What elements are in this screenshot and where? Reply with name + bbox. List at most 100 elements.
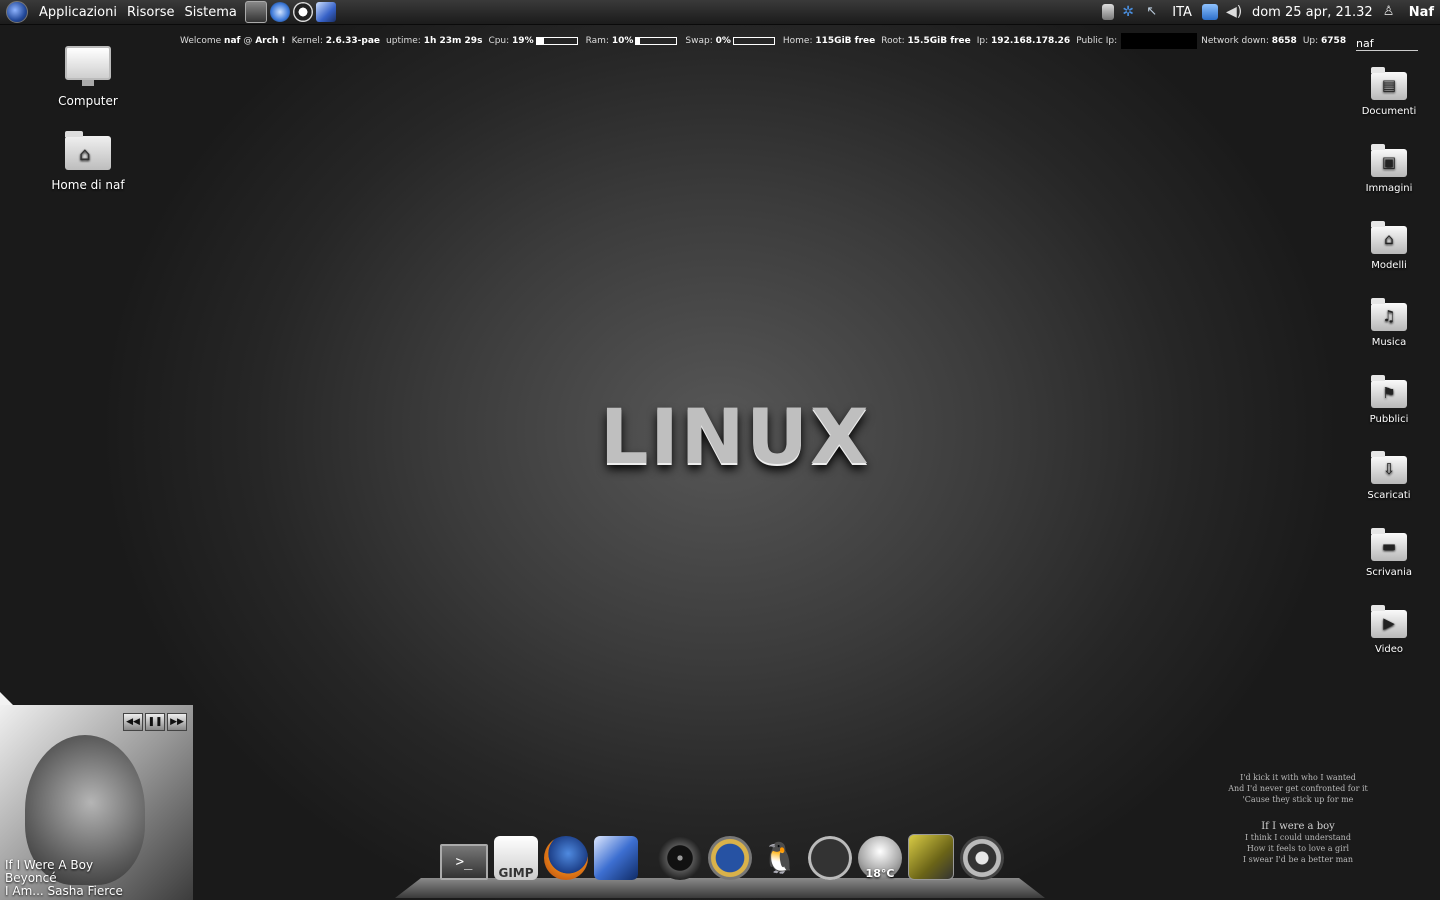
gimp-icon[interactable]: GIMP — [494, 836, 538, 880]
conky-up-label: Up: — [1302, 36, 1319, 46]
conky-cpu-label: Cpu: — [488, 36, 510, 46]
previous-track-button[interactable]: ◀◀ — [123, 713, 143, 731]
lyrics-line: How it feels to love a girl — [1246, 844, 1350, 853]
music-player-widget: ◀◀ ❚❚ ▶▶ If I Were A Boy Beyoncé I Am...… — [0, 705, 193, 900]
desktop-folder-pubblici[interactable]: ⚑ Pubblici — [1346, 375, 1432, 425]
desktop-folder-musica[interactable]: ♫ Musica — [1346, 298, 1432, 348]
desktop-icon-home[interactable]: ⌂ Home di naf — [44, 131, 132, 192]
system-tray: ✲ ↖ ITA ◀) dom 25 apr, 21.32 ♙ Naf — [1098, 0, 1440, 24]
folder-label: Scaricati — [1367, 490, 1411, 501]
conky-uptime-label: uptime: — [386, 36, 421, 46]
volume-icon[interactable]: ◀) — [1226, 4, 1242, 20]
terminal-icon[interactable]: >_ — [440, 844, 488, 880]
conky-root: 15.5GiB free — [907, 36, 971, 46]
conky-user: naf — [224, 36, 241, 46]
pause-button[interactable]: ❚❚ — [145, 713, 165, 731]
desktop-folder-scaricati[interactable]: ⇩ Scaricati — [1346, 451, 1432, 501]
desktop-folder-icon: ▬ — [1371, 528, 1407, 561]
lyrics-line: I swear I'd be a better man — [1242, 855, 1354, 864]
track-info: If I Were A Boy Beyoncé I Am... Sasha Fi… — [5, 859, 123, 898]
web-browser-launcher-icon[interactable] — [269, 2, 290, 22]
desktop-folder-immagini[interactable]: ▣ Immagini — [1346, 144, 1432, 194]
dock-shelf — [395, 878, 1045, 898]
music-folder-icon: ♫ — [1371, 298, 1407, 331]
desktop-icon-label: Home di naf — [51, 178, 125, 192]
conky-root-label: Root: — [881, 36, 905, 46]
desktop-icon-label: Computer — [58, 94, 118, 108]
lyrics-line: And I'd never get confronted for it — [1228, 784, 1368, 793]
conky-ip-label: Ip: — [976, 36, 989, 46]
conky-home-label: Home: — [782, 36, 813, 46]
conky-up: 6758 — [1321, 36, 1347, 46]
wallpaper-linux-logo: LINUX — [600, 392, 871, 481]
downloads-folder-icon: ⇩ — [1371, 451, 1407, 484]
desktop-folder-modelli[interactable]: ⌂ Modelli — [1346, 221, 1432, 271]
folder-label: Immagini — [1365, 183, 1413, 194]
home-folder-icon: ⌂ — [65, 131, 111, 170]
folder-label: Modelli — [1371, 260, 1407, 271]
lyrics-line: 'Cause they stick up for me — [1242, 795, 1354, 804]
right-column-header: naf — [1356, 37, 1418, 51]
documents-folder-icon: ▤ — [1371, 67, 1407, 100]
videos-folder-icon: ▶ — [1371, 605, 1407, 638]
thunderbird-launcher-icon[interactable] — [315, 2, 336, 22]
conky-net-down-label: Network down: — [1201, 36, 1269, 46]
user-name[interactable]: Naf — [1409, 5, 1434, 20]
menu-risorse[interactable]: Risorse — [122, 5, 180, 20]
dock-separator — [644, 836, 652, 880]
desktop-folder-scrivania[interactable]: ▬ Scrivania — [1346, 528, 1432, 578]
conky-public-ip-label: Public Ip: — [1076, 36, 1118, 46]
track-album: I Am... Sasha Fierce — [5, 884, 123, 898]
cd-player-icon[interactable] — [658, 836, 702, 880]
terminal-launcher-icon[interactable] — [244, 1, 267, 23]
pictures-folder-icon: ▣ — [1371, 144, 1407, 177]
update-launcher-icon[interactable] — [292, 2, 313, 22]
player-controls: ◀◀ ❚❚ ▶▶ — [121, 713, 187, 731]
lyrics-widget: I'd kick it with who I wanted And I'd ne… — [1228, 772, 1368, 865]
top-panel: Applicazioni Risorse Sistema ✲ ↖ ITA ◀) … — [0, 0, 1440, 25]
menu-applicazioni[interactable]: Applicazioni — [34, 5, 122, 20]
conky-uptime: 1h 23m 29s — [423, 36, 483, 46]
tux-icon[interactable]: 🐧 — [758, 836, 802, 880]
desktop-folder-documenti[interactable]: ▤ Documenti — [1346, 67, 1432, 117]
dropbox-icon[interactable]: ✲ — [1122, 4, 1138, 20]
conky-public-ip-redacted — [1121, 33, 1198, 49]
conky-cpu-bar-fill — [536, 38, 545, 44]
user-avatar-icon[interactable]: ♙ — [1383, 4, 1399, 20]
conky-ram-label: Ram: — [585, 36, 609, 46]
conky-ram: 10% — [611, 36, 634, 46]
conky-kernel-label: Kernel: — [291, 36, 323, 46]
desktop-folder-video[interactable]: ▶ Video — [1346, 605, 1432, 655]
desktop-icon-computer[interactable]: Computer — [48, 46, 128, 108]
conky-ip: 192.168.178.26 — [991, 36, 1071, 46]
globe-icon[interactable] — [708, 836, 752, 880]
archive-icon[interactable] — [908, 834, 954, 880]
folder-label: Musica — [1371, 337, 1407, 348]
weather-icon[interactable]: 18°C — [858, 836, 902, 880]
conky-ram-bar — [635, 37, 678, 45]
panel-clock[interactable]: dom 25 apr, 21.32 — [1252, 5, 1373, 20]
computer-icon — [65, 46, 111, 86]
firefox-icon[interactable] — [544, 836, 588, 880]
conky-cpu-bar — [535, 37, 578, 45]
templates-folder-icon: ⌂ — [1371, 221, 1407, 254]
dock: >_ GIMP 🐧 18°C — [440, 834, 1010, 880]
pointer-icon[interactable]: ↖ — [1146, 4, 1162, 20]
usb-drive-icon[interactable] — [1102, 4, 1115, 20]
conky-host: Arch ! — [255, 36, 286, 46]
thunderbird-icon[interactable] — [594, 836, 638, 880]
menu-sistema[interactable]: Sistema — [179, 5, 241, 20]
folder-label: Video — [1374, 644, 1404, 655]
folder-label: Documenti — [1361, 106, 1417, 117]
conky-net-down: 8658 — [1271, 36, 1297, 46]
keyboard-layout-indicator[interactable]: ITA — [1172, 5, 1192, 20]
main-menu-logo-icon[interactable] — [6, 1, 28, 23]
conky-cpu: 19% — [512, 36, 534, 46]
folder-label: Scrivania — [1365, 567, 1413, 578]
next-track-button[interactable]: ▶▶ — [167, 713, 187, 731]
conky-at: @ — [243, 36, 253, 46]
trash-icon[interactable] — [960, 836, 1004, 880]
network-icon[interactable] — [1201, 4, 1218, 20]
clock-icon[interactable] — [808, 836, 852, 880]
lyrics-line: I'd kick it with who I wanted — [1240, 773, 1356, 782]
